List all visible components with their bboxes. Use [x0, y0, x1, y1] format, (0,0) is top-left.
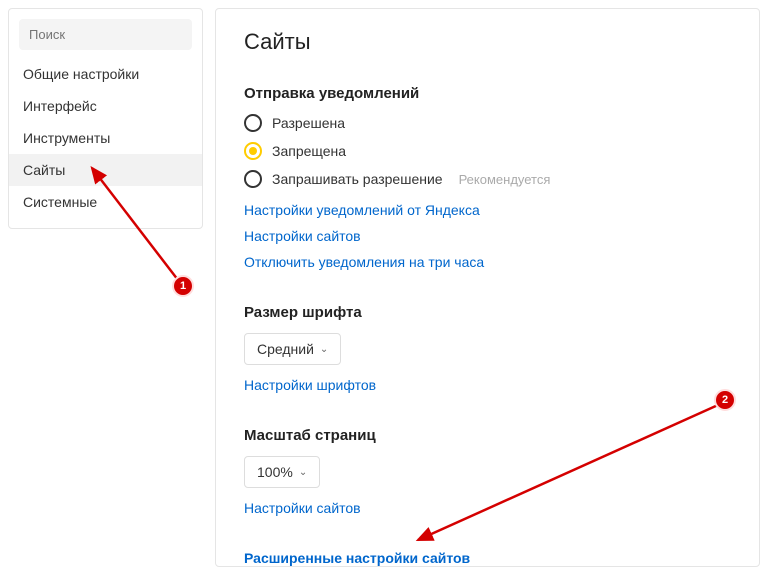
link-site-settings[interactable]: Настройки сайтов — [244, 228, 731, 244]
chevron-down-icon: ⌄ — [320, 344, 328, 355]
font-size-heading: Размер шрифта — [244, 304, 731, 321]
radio-ask[interactable]: Запрашивать разрешение Рекомендуется — [244, 170, 731, 188]
link-mute-3h[interactable]: Отключить уведомления на три часа — [244, 254, 731, 270]
page-title: Сайты — [244, 29, 731, 55]
radio-label: Запрашивать разрешение — [272, 171, 443, 187]
sidebar-item-sites[interactable]: Сайты — [9, 154, 202, 186]
sidebar: Общие настройки Интерфейс Инструменты Са… — [8, 8, 203, 229]
radio-allowed[interactable]: Разрешена — [244, 114, 731, 132]
link-yandex-notifications[interactable]: Настройки уведомлений от Яндекса — [244, 202, 731, 218]
font-size-dropdown[interactable]: Средний ⌄ — [244, 333, 341, 365]
page-zoom-dropdown[interactable]: 100% ⌄ — [244, 456, 320, 488]
notifications-heading: Отправка уведомлений — [244, 85, 731, 102]
search-box — [19, 19, 192, 50]
radio-icon — [244, 170, 262, 188]
main-panel: Сайты Отправка уведомлений Разрешена Зап… — [215, 8, 760, 567]
sidebar-item-tools[interactable]: Инструменты — [9, 122, 202, 154]
link-advanced-site-settings[interactable]: Расширенные настройки сайтов — [244, 550, 470, 566]
radio-blocked[interactable]: Запрещена — [244, 142, 731, 160]
font-size-section: Размер шрифта Средний ⌄ Настройки шрифто… — [244, 304, 731, 393]
link-font-settings[interactable]: Настройки шрифтов — [244, 377, 376, 393]
sidebar-item-system[interactable]: Системные — [9, 186, 202, 218]
radio-icon — [244, 142, 262, 160]
radio-icon — [244, 114, 262, 132]
advanced-section: Расширенные настройки сайтов — [244, 550, 731, 566]
font-size-value: Средний — [257, 341, 314, 357]
radio-hint: Рекомендуется — [459, 172, 551, 187]
notifications-section: Отправка уведомлений Разрешена Запрещена… — [244, 85, 731, 270]
sidebar-item-interface[interactable]: Интерфейс — [9, 90, 202, 122]
page-zoom-heading: Масштаб страниц — [244, 427, 731, 444]
link-zoom-site-settings[interactable]: Настройки сайтов — [244, 500, 361, 516]
sidebar-item-general[interactable]: Общие настройки — [9, 58, 202, 90]
page-zoom-section: Масштаб страниц 100% ⌄ Настройки сайтов — [244, 427, 731, 516]
radio-label: Запрещена — [272, 143, 346, 159]
notifications-radio-group: Разрешена Запрещена Запрашивать разрешен… — [244, 114, 731, 188]
page-zoom-value: 100% — [257, 464, 293, 480]
search-input[interactable] — [19, 19, 192, 50]
radio-label: Разрешена — [272, 115, 345, 131]
chevron-down-icon: ⌄ — [299, 467, 307, 478]
notifications-links: Настройки уведомлений от Яндекса Настрой… — [244, 202, 731, 270]
